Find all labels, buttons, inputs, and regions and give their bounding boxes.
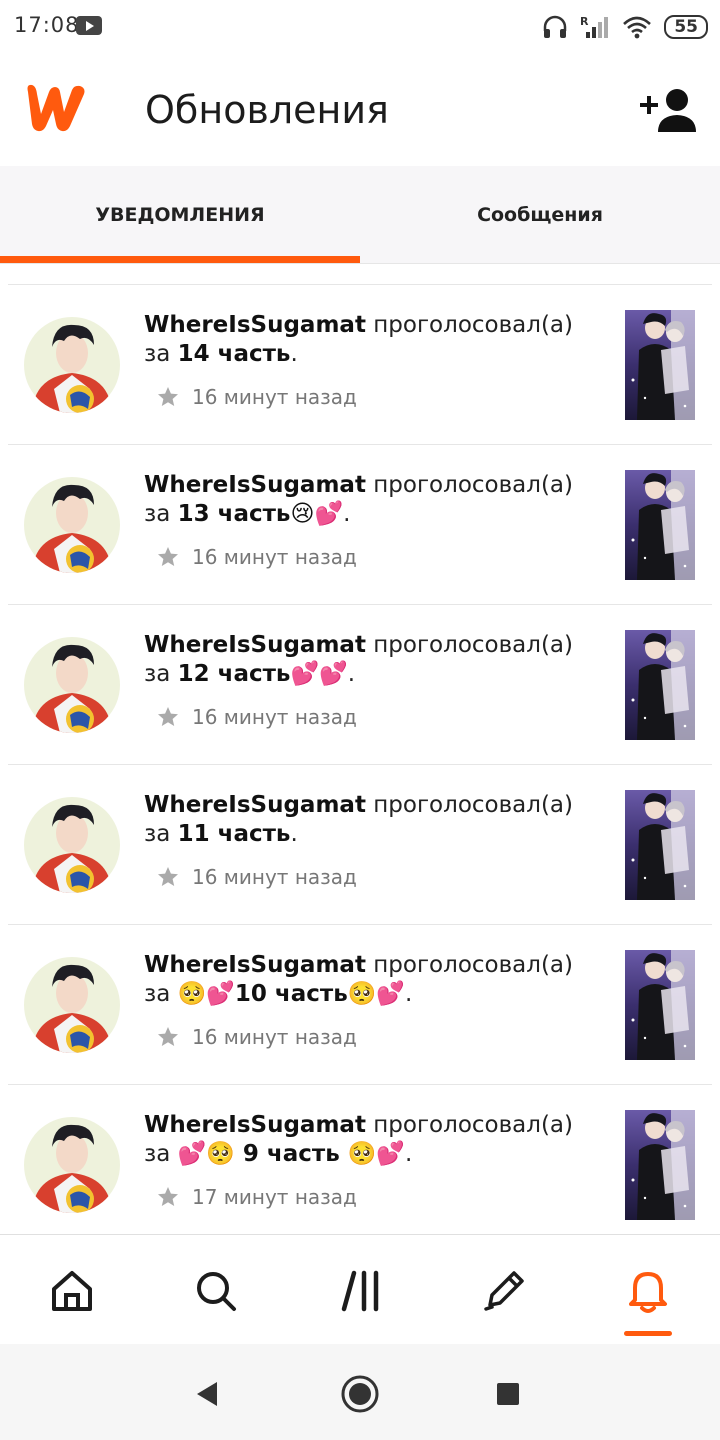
tab-messages[interactable]: Сообщения [360,166,720,264]
notification-time: 16 минут назад [192,545,357,569]
wifi-icon [623,16,652,39]
notification-time: 16 минут назад [192,1025,357,1049]
tab-notifications[interactable]: УВЕДОМЛЕНИЯ [0,166,360,264]
system-navigation [0,1344,720,1440]
active-nav-indicator [624,1331,672,1336]
user-avatar[interactable] [24,317,120,413]
part-title[interactable]: 12 часть💕💕 [178,661,348,687]
username[interactable]: WhereIsSugamat [144,1112,366,1138]
notification-time: 16 минут назад [192,865,357,889]
notification-item[interactable]: WhereIsSugamat проголосовал(а) за 14 час… [8,284,712,444]
user-avatar[interactable] [24,477,120,573]
notification-text: WhereIsSugamat проголосовал(а) за 13 час… [144,471,604,529]
notification-text: WhereIsSugamat проголосовал(а) за 🥺💕10 ч… [144,951,604,1009]
system-recents-button[interactable] [488,1374,528,1414]
story-cover[interactable] [625,790,695,900]
notification-item[interactable]: WhereIsSugamat проголосовал(а) за 12 час… [8,604,712,764]
story-cover[interactable] [625,630,695,740]
home-icon [52,1271,92,1311]
notification-text: WhereIsSugamat проголосовал(а) за 💕🥺 9 ч… [144,1111,604,1169]
battery-level: 55 [664,15,708,39]
text-suffix: . [347,661,356,687]
nav-notifications[interactable] [620,1263,676,1319]
notification-text: WhereIsSugamat проголосовал(а) за 12 час… [144,631,604,689]
notification-item[interactable]: WhereIsSugamat проголосовал(а) за 💕🥺 9 ч… [8,1084,712,1232]
part-title[interactable]: 14 часть [178,341,291,367]
bell-icon [629,1272,667,1313]
star-icon [158,1187,178,1206]
text-suffix: . [343,501,351,527]
text-suffix: . [405,981,413,1007]
status-time: 17:08 [14,13,80,37]
signal-icon: R [580,15,609,38]
search-icon [197,1272,236,1311]
notification-list: WhereIsSugamat проголосовал(а) за 14 час… [0,284,720,1232]
star-icon [158,547,178,566]
nav-library[interactable] [334,1263,390,1319]
notification-text: WhereIsSugamat проголосовал(а) за 11 час… [144,791,604,849]
nav-write[interactable] [476,1263,532,1319]
add-person-icon[interactable] [640,86,698,134]
library-icon [341,1270,379,1312]
notification-meta: 17 минут назад [156,1183,357,1211]
part-title[interactable]: 💕🥺 9 часть 🥺💕 [178,1141,405,1167]
app-header: Обновления [0,52,720,166]
notification-time: 16 минут назад [192,385,357,409]
recents-icon [497,1383,519,1405]
notification-time: 16 минут назад [192,705,357,729]
story-cover[interactable] [625,950,695,1060]
notification-item[interactable]: WhereIsSugamat проголосовал(а) за 11 час… [8,764,712,924]
username[interactable]: WhereIsSugamat [144,472,366,498]
user-avatar[interactable] [24,637,120,733]
page-title: Обновления [145,88,389,132]
username[interactable]: WhereIsSugamat [144,952,366,978]
username[interactable]: WhereIsSugamat [144,632,366,658]
notification-time: 17 минут назад [192,1185,357,1209]
story-cover[interactable] [625,310,695,420]
tab-bar: УВЕДОМЛЕНИЯ Сообщения [0,166,720,264]
headphones-icon [544,15,567,38]
notification-meta: 16 минут назад [156,1023,357,1051]
notification-meta: 16 минут назад [156,863,357,891]
status-icons: R 55 [542,12,708,42]
text-suffix: . [290,341,298,367]
username[interactable]: WhereIsSugamat [144,792,366,818]
system-home-button[interactable] [340,1374,380,1414]
story-cover[interactable] [625,1110,695,1220]
username[interactable]: WhereIsSugamat [144,312,366,338]
svg-text:R: R [580,15,589,28]
nav-search[interactable] [188,1263,244,1319]
notification-text: WhereIsSugamat проголосовал(а) за 14 час… [144,311,604,369]
text-suffix: . [405,1141,413,1167]
home-circle-icon [341,1375,379,1413]
user-avatar[interactable] [24,797,120,893]
system-back-button[interactable] [188,1374,228,1414]
star-icon [158,387,178,406]
notification-meta: 16 минут назад [156,703,357,731]
story-cover[interactable] [625,470,695,580]
youtube-notification-icon [76,16,102,35]
nav-home[interactable] [44,1263,100,1319]
user-avatar[interactable] [24,1117,120,1213]
bottom-navigation [0,1234,720,1344]
active-tab-indicator [0,256,360,263]
part-title[interactable]: 13 часть😢💕 [178,501,343,527]
part-title[interactable]: 🥺💕10 часть🥺💕 [178,981,405,1007]
notification-meta: 16 минут назад [156,543,357,571]
text-suffix: . [290,821,298,847]
star-icon [158,867,178,886]
notification-item[interactable]: WhereIsSugamat проголосовал(а) за 🥺💕10 ч… [8,924,712,1084]
status-bar: 17:08 R 55 [0,0,720,52]
pencil-icon [484,1271,524,1311]
part-title[interactable]: 11 часть [178,821,291,847]
wattpad-logo-icon[interactable] [22,82,90,134]
user-avatar[interactable] [24,957,120,1053]
back-icon [197,1382,217,1406]
star-icon [158,707,178,726]
star-icon [158,1027,178,1046]
notification-item[interactable]: WhereIsSugamat проголосовал(а) за 13 час… [8,444,712,604]
notification-meta: 16 минут назад [156,383,357,411]
